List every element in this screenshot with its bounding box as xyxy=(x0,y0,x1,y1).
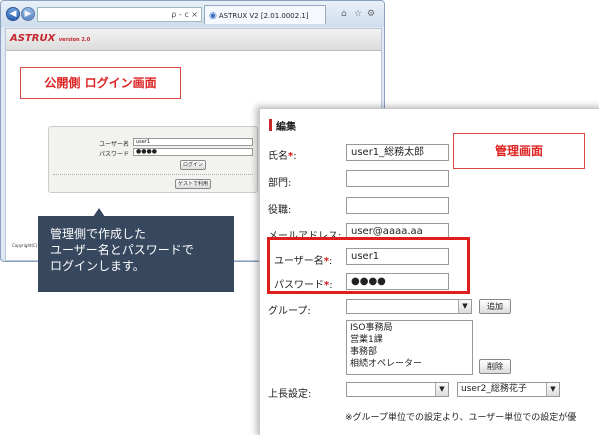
admin-username-input[interactable]: user1 xyxy=(346,248,449,265)
add-group-button[interactable]: 追加 xyxy=(479,299,511,314)
chevron-down-icon: ▼ xyxy=(435,383,448,396)
favorites-icon[interactable]: ☆ xyxy=(354,9,362,19)
copyright-text: Copyright(C) xyxy=(12,243,38,248)
name-label-text: 氏名 xyxy=(268,151,288,162)
list-item[interactable]: 事務部 xyxy=(350,346,469,358)
tooltip-line-1: 管理側で作成した xyxy=(50,227,147,241)
section-marker xyxy=(269,119,272,131)
page-icon: ◉ xyxy=(209,11,217,21)
name-input[interactable]: user1_総務太郎 xyxy=(346,144,449,161)
list-item[interactable]: ISO事務局 xyxy=(350,322,469,334)
login-password-label: パスワード xyxy=(98,151,129,158)
colon: : xyxy=(293,151,297,162)
astrux-logo: ASTRUX version 2.0 xyxy=(10,33,90,44)
gear-icon[interactable]: ⚙ xyxy=(367,9,375,19)
colon: : xyxy=(329,280,333,291)
colon: : xyxy=(329,256,333,267)
chevron-down-icon: ▼ xyxy=(458,300,471,313)
job-title-input[interactable] xyxy=(346,197,449,214)
forward-icon[interactable]: ▶ xyxy=(21,7,35,21)
tab-title: ASTRUX V2 [2.01.0002.1] xyxy=(218,12,309,20)
admin-password-label: パスワード*: xyxy=(274,276,333,291)
tooltip-line-3: ログインします。 xyxy=(50,259,145,273)
browser-tab[interactable]: ◉ ASTRUX V2 [2.01.0002.1] xyxy=(204,5,326,24)
admin-panel: 編集 管理画面 氏名*: user1_総務太郎 部門: 役職: メールアドレス:… xyxy=(259,108,599,435)
tooltip: 管理側で作成した ユーザー名とパスワードで ログインします。 xyxy=(38,216,234,292)
section-title: 編集 xyxy=(276,122,296,133)
login-panel: ユーザー名 user1 パスワード ●●●● ログイン ゲストで利用 xyxy=(48,126,258,193)
job-title-label: 役職: xyxy=(268,205,292,216)
public-login-label: 公開側 ログイン画面 xyxy=(20,67,181,99)
address-bar[interactable]: ρ - c × xyxy=(37,7,202,22)
home-icon[interactable]: ⌂ xyxy=(341,9,347,19)
boss-user-select[interactable]: user2_総務花子 ▼ xyxy=(457,382,560,397)
group-listbox[interactable]: ISO事務局 営業1課 事務部 相続オペレーター xyxy=(346,320,473,375)
admin-username-label: ユーザー名*: xyxy=(274,252,332,267)
address-controls: ρ - c × xyxy=(171,10,198,19)
guest-button[interactable]: ゲストで利用 xyxy=(175,179,211,189)
dept-label: 部門: xyxy=(268,178,292,189)
login-password-input[interactable]: ●●●● xyxy=(133,148,253,156)
admin-password-input[interactable]: ●●●● xyxy=(346,273,449,290)
login-username-input[interactable]: user1 xyxy=(133,138,253,146)
boss-user-value: user2_総務花子 xyxy=(461,384,527,394)
dept-input[interactable] xyxy=(346,170,449,187)
logo-text: ASTRUX xyxy=(10,33,56,44)
login-button[interactable]: ログイン xyxy=(180,160,206,170)
boss-label: 上長設定: xyxy=(268,389,312,400)
boss-group-select[interactable]: ▼ xyxy=(346,382,449,397)
browser-titlebar: ◀ ▶ ρ - c × ◉ ASTRUX V2 [2.01.0002.1] ⌂ ☆… xyxy=(1,1,384,27)
name-label: 氏名*: xyxy=(268,147,297,162)
tooltip-line-2: ユーザー名とパスワードで xyxy=(50,243,194,257)
group-select[interactable]: ▼ xyxy=(346,299,472,314)
admin-username-label-text: ユーザー名 xyxy=(274,256,324,267)
list-item[interactable]: 営業1課 xyxy=(350,334,469,346)
list-item[interactable]: 相続オペレーター xyxy=(350,358,469,370)
app-header: ASTRUX version 2.0 xyxy=(6,29,381,51)
chevron-down-icon: ▼ xyxy=(546,383,559,396)
admin-password-label-text: パスワード xyxy=(274,280,324,291)
logo-version: version 2.0 xyxy=(58,37,91,43)
back-icon[interactable]: ◀ xyxy=(6,7,20,21)
note-text: ※グループ単位での設定より、ユーザー単位での設定が優 xyxy=(345,413,577,423)
divider xyxy=(53,174,253,175)
admin-screen-label: 管理画面 xyxy=(453,133,585,169)
group-label: グループ: xyxy=(268,306,311,317)
login-username-label: ユーザー名 xyxy=(99,141,129,148)
delete-group-button[interactable]: 削除 xyxy=(479,359,511,374)
